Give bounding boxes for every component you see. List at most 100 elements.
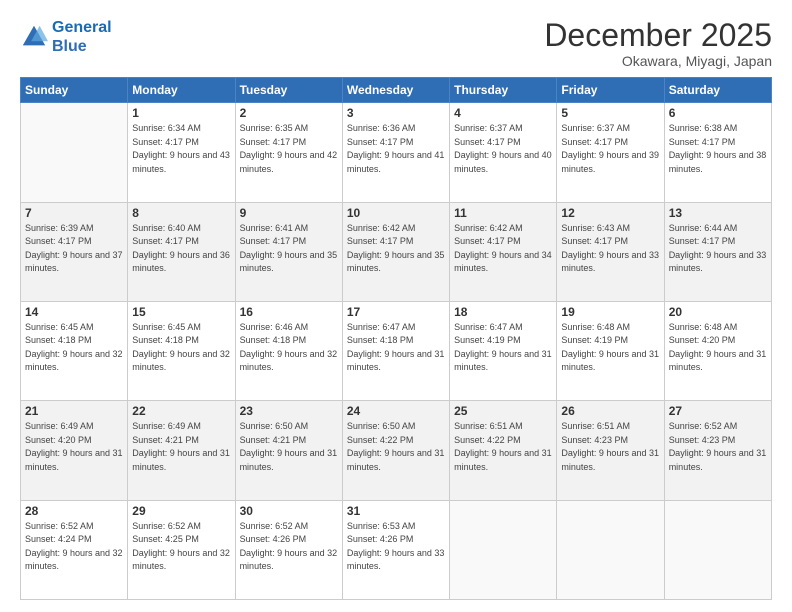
day-number: 26	[561, 404, 659, 418]
calendar-cell: 4Sunrise: 6:37 AMSunset: 4:17 PMDaylight…	[450, 103, 557, 202]
col-header-saturday: Saturday	[664, 78, 771, 103]
month-title: December 2025	[544, 18, 772, 53]
calendar-cell: 22 Sunrise: 6:49 AMSunset: 4:21 PMDayligh…	[128, 401, 235, 500]
day-info: Sunrise: 6:47 AMSunset: 4:18 PMDaylight:…	[347, 321, 445, 375]
day-number: 12	[561, 206, 659, 220]
day-number: 9	[240, 206, 338, 220]
calendar-cell: 20 Sunrise: 6:48 AMSunset: 4:20 PMDayligh…	[664, 301, 771, 400]
day-info: Sunrise: 6:48 AMSunset: 4:20 PMDaylight:…	[669, 321, 767, 375]
location: Okawara, Miyagi, Japan	[544, 53, 772, 69]
day-number: 31	[347, 504, 445, 518]
day-info: Sunrise: 6:44 AMSunset: 4:17 PMDaylight:…	[669, 222, 767, 276]
day-number: 10	[347, 206, 445, 220]
day-info: Sunrise: 6:50 AMSunset: 4:21 PMDaylight:…	[240, 420, 338, 474]
calendar-cell: 8Sunrise: 6:40 AMSunset: 4:17 PMDaylight…	[128, 202, 235, 301]
logo-icon	[20, 23, 48, 51]
col-header-friday: Friday	[557, 78, 664, 103]
day-info: Sunrise: 6:42 AMSunset: 4:17 PMDaylight:…	[347, 222, 445, 276]
day-number: 29	[132, 504, 230, 518]
calendar-cell	[664, 500, 771, 599]
calendar-cell: 28Sunrise: 6:52 AMSunset: 4:24 PMDayligh…	[21, 500, 128, 599]
day-info: Sunrise: 6:37 AMSunset: 4:17 PMDaylight:…	[454, 122, 552, 176]
calendar-cell: 26Sunrise: 6:51 AMSunset: 4:23 PMDayligh…	[557, 401, 664, 500]
day-number: 11	[454, 206, 552, 220]
col-header-sunday: Sunday	[21, 78, 128, 103]
calendar-cell	[557, 500, 664, 599]
calendar-week-2: 7 Sunrise: 6:39 AMSunset: 4:17 PMDaylight…	[21, 202, 772, 301]
calendar-cell: 27 Sunrise: 6:52 AMSunset: 4:23 PMDayligh…	[664, 401, 771, 500]
day-number: 15	[132, 305, 230, 319]
day-number: 16	[240, 305, 338, 319]
day-info: Sunrise: 6:51 AMSunset: 4:22 PMDaylight:…	[454, 420, 552, 474]
day-number: 5	[561, 106, 659, 120]
calendar-cell: 3 Sunrise: 6:36 AMSunset: 4:17 PMDaylight…	[342, 103, 449, 202]
calendar-cell: 15Sunrise: 6:45 AMSunset: 4:18 PMDayligh…	[128, 301, 235, 400]
calendar-cell: 9 Sunrise: 6:41 AMSunset: 4:17 PMDaylight…	[235, 202, 342, 301]
day-info: Sunrise: 6:41 AMSunset: 4:17 PMDaylight:…	[240, 222, 338, 276]
calendar-cell: 12 Sunrise: 6:43 AMSunset: 4:17 PMDayligh…	[557, 202, 664, 301]
day-info: Sunrise: 6:52 AMSunset: 4:23 PMDaylight:…	[669, 420, 767, 474]
calendar-cell: 6 Sunrise: 6:38 AMSunset: 4:17 PMDaylight…	[664, 103, 771, 202]
day-info: Sunrise: 6:52 AMSunset: 4:26 PMDaylight:…	[240, 520, 338, 574]
day-number: 27	[669, 404, 767, 418]
day-info: Sunrise: 6:36 AMSunset: 4:17 PMDaylight:…	[347, 122, 445, 176]
day-info: Sunrise: 6:40 AMSunset: 4:17 PMDaylight:…	[132, 222, 230, 276]
day-number: 3	[347, 106, 445, 120]
logo-text: General Blue	[52, 18, 112, 56]
day-number: 20	[669, 305, 767, 319]
calendar-cell	[450, 500, 557, 599]
day-number: 7	[25, 206, 123, 220]
calendar-cell: 19Sunrise: 6:48 AMSunset: 4:19 PMDayligh…	[557, 301, 664, 400]
day-number: 18	[454, 305, 552, 319]
logo: General Blue	[20, 18, 112, 56]
day-number: 17	[347, 305, 445, 319]
calendar-cell: 23Sunrise: 6:50 AMSunset: 4:21 PMDayligh…	[235, 401, 342, 500]
day-info: Sunrise: 6:53 AMSunset: 4:26 PMDaylight:…	[347, 520, 445, 574]
day-number: 22	[132, 404, 230, 418]
day-info: Sunrise: 6:42 AMSunset: 4:17 PMDaylight:…	[454, 222, 552, 276]
calendar-cell: 21Sunrise: 6:49 AMSunset: 4:20 PMDayligh…	[21, 401, 128, 500]
header: General Blue December 2025 Okawara, Miya…	[20, 18, 772, 69]
day-number: 6	[669, 106, 767, 120]
calendar-cell: 14 Sunrise: 6:45 AMSunset: 4:18 PMDayligh…	[21, 301, 128, 400]
col-header-thursday: Thursday	[450, 78, 557, 103]
calendar-cell: 2 Sunrise: 6:35 AMSunset: 4:17 PMDaylight…	[235, 103, 342, 202]
day-number: 14	[25, 305, 123, 319]
day-info: Sunrise: 6:34 AMSunset: 4:17 PMDaylight:…	[132, 122, 230, 176]
day-info: Sunrise: 6:49 AMSunset: 4:21 PMDaylight:…	[132, 420, 230, 474]
day-info: Sunrise: 6:48 AMSunset: 4:19 PMDaylight:…	[561, 321, 659, 375]
col-header-monday: Monday	[128, 78, 235, 103]
day-info: Sunrise: 6:43 AMSunset: 4:17 PMDaylight:…	[561, 222, 659, 276]
calendar-cell: 1 Sunrise: 6:34 AMSunset: 4:17 PMDaylight…	[128, 103, 235, 202]
day-info: Sunrise: 6:38 AMSunset: 4:17 PMDaylight:…	[669, 122, 767, 176]
day-number: 28	[25, 504, 123, 518]
calendar-cell: 10 Sunrise: 6:42 AMSunset: 4:17 PMDayligh…	[342, 202, 449, 301]
calendar-cell: 29 Sunrise: 6:52 AMSunset: 4:25 PMDayligh…	[128, 500, 235, 599]
calendar-week-3: 14 Sunrise: 6:45 AMSunset: 4:18 PMDayligh…	[21, 301, 772, 400]
calendar-week-4: 21Sunrise: 6:49 AMSunset: 4:20 PMDayligh…	[21, 401, 772, 500]
title-block: December 2025 Okawara, Miyagi, Japan	[544, 18, 772, 69]
calendar-cell: 17 Sunrise: 6:47 AMSunset: 4:18 PMDayligh…	[342, 301, 449, 400]
page: General Blue December 2025 Okawara, Miya…	[0, 0, 792, 612]
calendar-cell: 16 Sunrise: 6:46 AMSunset: 4:18 PMDayligh…	[235, 301, 342, 400]
calendar-cell: 25 Sunrise: 6:51 AMSunset: 4:22 PMDayligh…	[450, 401, 557, 500]
day-info: Sunrise: 6:47 AMSunset: 4:19 PMDaylight:…	[454, 321, 552, 375]
day-info: Sunrise: 6:37 AMSunset: 4:17 PMDaylight:…	[561, 122, 659, 176]
col-header-tuesday: Tuesday	[235, 78, 342, 103]
day-info: Sunrise: 6:46 AMSunset: 4:18 PMDaylight:…	[240, 321, 338, 375]
day-info: Sunrise: 6:49 AMSunset: 4:20 PMDaylight:…	[25, 420, 123, 474]
day-number: 13	[669, 206, 767, 220]
calendar-cell: 30Sunrise: 6:52 AMSunset: 4:26 PMDayligh…	[235, 500, 342, 599]
day-info: Sunrise: 6:39 AMSunset: 4:17 PMDaylight:…	[25, 222, 123, 276]
day-info: Sunrise: 6:45 AMSunset: 4:18 PMDaylight:…	[25, 321, 123, 375]
day-number: 1	[132, 106, 230, 120]
col-header-wednesday: Wednesday	[342, 78, 449, 103]
day-info: Sunrise: 6:50 AMSunset: 4:22 PMDaylight:…	[347, 420, 445, 474]
day-number: 24	[347, 404, 445, 418]
day-info: Sunrise: 6:35 AMSunset: 4:17 PMDaylight:…	[240, 122, 338, 176]
calendar-cell: 7 Sunrise: 6:39 AMSunset: 4:17 PMDaylight…	[21, 202, 128, 301]
day-number: 2	[240, 106, 338, 120]
day-number: 25	[454, 404, 552, 418]
day-info: Sunrise: 6:52 AMSunset: 4:25 PMDaylight:…	[132, 520, 230, 574]
calendar-cell: 11 Sunrise: 6:42 AMSunset: 4:17 PMDayligh…	[450, 202, 557, 301]
